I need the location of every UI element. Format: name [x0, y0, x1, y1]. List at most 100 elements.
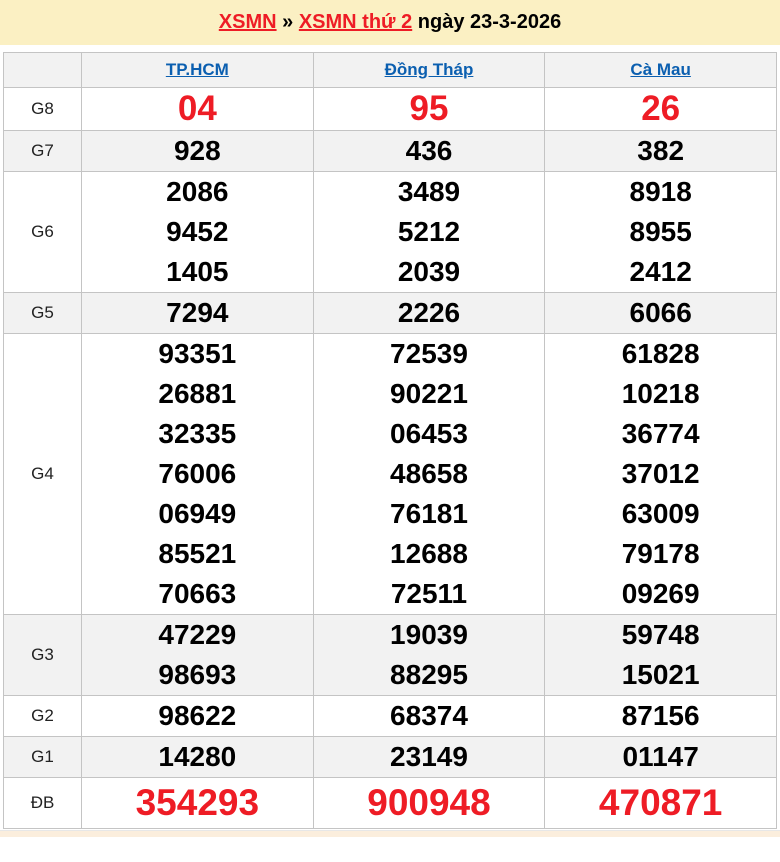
prize-number: 32335: [158, 418, 237, 449]
prize-number: 12688: [390, 538, 468, 569]
prize-number: 3489: [397, 176, 461, 207]
prize-number: 36774: [621, 418, 700, 449]
prize-cell-camau: 61828 10218 36774 37012 63009 79178 09269: [544, 333, 777, 615]
prize-cell-camau: 382: [544, 130, 777, 172]
prize-number: 436: [405, 135, 453, 166]
title-separator: »: [276, 11, 299, 33]
prize-number: 1405: [166, 256, 229, 287]
prize-number: 19039: [390, 619, 468, 650]
prize-number: 09269: [621, 578, 700, 609]
prize-number: 7294: [166, 297, 229, 328]
prize-label: G3: [3, 614, 82, 696]
prize-number: 47229: [158, 619, 237, 650]
prize-number: 15021: [621, 659, 700, 690]
prize-number: 06949: [158, 498, 237, 529]
title-date: ngày 23-3-2026: [412, 11, 562, 33]
prize-number: 2226: [397, 297, 461, 328]
prize-number: 8918: [629, 176, 692, 207]
prize-number: 06453: [390, 418, 468, 449]
prize-cell-dongthap: 2226: [312, 292, 546, 334]
prize-row-g7: G7 928 436 382: [3, 130, 777, 172]
prize-number: 68374: [390, 700, 468, 731]
prize-number: 76181: [390, 498, 468, 529]
province-header-dongthap: Đồng Tháp: [312, 52, 546, 88]
page-title: XSMN » XSMN thứ 2 ngày 23-3-2026: [0, 0, 780, 45]
prize-number: 59748: [621, 619, 700, 650]
results-table-container: TP.HCM Đồng Tháp Cà Mau G8 04 95 26 G7 928 436…: [0, 45, 780, 829]
province-header-tphcm: TP.HCM: [81, 52, 314, 88]
prize-cell-camau: 59748 15021: [544, 614, 777, 696]
prize-cell-camau: 6066: [544, 292, 777, 334]
prize-number: 470871: [598, 782, 723, 823]
prize-number: 63009: [621, 498, 700, 529]
prize-cell-tphcm: 47229 98693: [81, 614, 314, 696]
prize-label: ĐB: [3, 777, 82, 829]
prize-number: 6066: [629, 297, 692, 328]
prize-cell-tphcm: 93351 26881 32335 76006 06949 85521 70663: [81, 333, 314, 615]
prize-label: G7: [3, 130, 82, 172]
prize-cell-dongthap: 900948: [312, 777, 546, 829]
prize-number: 79178: [621, 538, 700, 569]
province-link-dongthap[interactable]: Đồng Tháp: [385, 60, 474, 79]
xsmn-link[interactable]: XSMN: [219, 11, 277, 34]
prize-cell-dongthap: 68374: [312, 695, 546, 737]
prize-number: 26881: [158, 378, 237, 409]
prize-cell-camau: 8918 8955 2412: [544, 171, 777, 293]
prize-row-g8: G8 04 95 26: [3, 87, 777, 131]
prize-cell-dongthap: 436: [312, 130, 546, 172]
prize-number: 37012: [621, 458, 700, 489]
prize-cell-dongthap: 3489 5212 2039: [312, 171, 546, 293]
prize-row-g4: G4 93351 26881 32335 76006 06949 85521 70663 725…: [3, 333, 777, 615]
prize-number: 98693: [158, 659, 237, 690]
prize-number: 61828: [621, 338, 700, 369]
prize-cell-camau: 01147: [544, 736, 777, 778]
prize-row-g2: G2 98622 68374 87156: [3, 695, 777, 737]
prize-row-g5: G5 7294 2226 6066: [3, 292, 777, 334]
prize-number: 93351: [158, 338, 237, 369]
prize-cell-tphcm: 928: [81, 130, 314, 172]
prize-number: 10218: [621, 378, 700, 409]
results-header: TP.HCM Đồng Tháp Cà Mau: [3, 52, 777, 88]
prize-cell-dongthap: 95: [312, 87, 546, 131]
prize-cell-camau: 26: [544, 87, 777, 131]
prize-cell-dongthap: 23149: [312, 736, 546, 778]
prize-row-g3: G3 47229 98693 19039 88295 59748 15021: [3, 614, 777, 696]
prize-number: 76006: [158, 458, 237, 489]
prize-number: 2039: [397, 256, 461, 287]
prize-number: 98622: [158, 700, 237, 731]
prize-number: 90221: [390, 378, 468, 409]
prize-number: 14280: [158, 741, 237, 772]
prize-number: 8955: [629, 216, 692, 247]
results-body: G8 04 95 26 G7 928 436 382 G6 2086 9452 1405 3489 521…: [3, 87, 777, 829]
prize-number: 87156: [621, 700, 700, 731]
prize-cell-tphcm: 14280: [81, 736, 314, 778]
prize-label: G8: [3, 87, 82, 131]
prize-label: G4: [3, 333, 82, 615]
prize-cell-tphcm: 98622: [81, 695, 314, 737]
prize-number: 382: [637, 135, 685, 166]
prize-cell-tphcm: 04: [81, 87, 314, 131]
prize-number: 72539: [390, 338, 468, 369]
prize-label: G2: [3, 695, 82, 737]
lottery-results-table: TP.HCM Đồng Tháp Cà Mau G8 04 95 26 G7 928 436…: [3, 52, 777, 829]
corner-cell: [3, 52, 82, 88]
xsmn-day-link[interactable]: XSMN thứ 2: [299, 11, 412, 34]
province-link-tphcm[interactable]: TP.HCM: [166, 60, 229, 79]
prize-label: G5: [3, 292, 82, 334]
province-header-camau: Cà Mau: [544, 52, 777, 88]
prize-number: 23149: [390, 741, 468, 772]
prize-cell-camau: 470871: [544, 777, 777, 829]
province-header-row: TP.HCM Đồng Tháp Cà Mau: [3, 52, 777, 88]
prize-row-g1: G1 14280 23149 01147: [3, 736, 777, 778]
prize-row-db: ĐB 354293 900948 470871: [3, 777, 777, 829]
prize-cell-tphcm: 354293: [81, 777, 314, 829]
prize-number: 9452: [166, 216, 229, 247]
prize-cell-dongthap: 72539 90221 06453 48658 76181 12688 72511: [312, 333, 546, 615]
province-link-camau[interactable]: Cà Mau: [630, 60, 690, 79]
prize-number: 2086: [166, 176, 229, 207]
prize-number: 48658: [390, 458, 468, 489]
prize-number: 5212: [397, 216, 461, 247]
prize-number: 88295: [390, 659, 468, 690]
prize-number: 928: [173, 135, 221, 166]
prize-row-g6: G6 2086 9452 1405 3489 5212 2039 8918 8955 2412: [3, 171, 777, 293]
